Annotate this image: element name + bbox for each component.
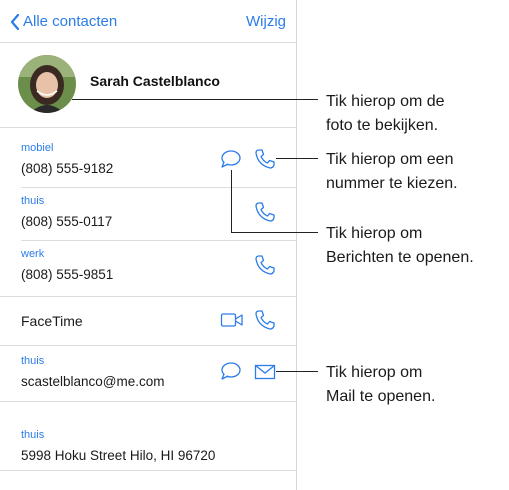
message-icon[interactable]: [220, 361, 242, 381]
section-divider: [0, 296, 296, 297]
section-divider: [0, 345, 296, 346]
phone-icon[interactable]: [254, 309, 276, 331]
row-divider: [21, 240, 296, 241]
annotation-photo-line2: foto te bekijken.: [326, 117, 439, 134]
facetime-label: FaceTime: [21, 313, 83, 329]
avatar[interactable]: [18, 55, 76, 113]
annotation-mail-line1: Tik hierop om: [326, 364, 423, 381]
annotation-call-line2: nummer te kiezen.: [326, 175, 458, 192]
phone-icon[interactable]: [254, 148, 276, 170]
callout-line-photo: [72, 99, 318, 100]
email-label: thuis: [21, 355, 45, 367]
callout-line-messages-vertical: [231, 170, 232, 232]
callout-line-mail: [276, 371, 318, 372]
section-divider: [0, 401, 296, 402]
annotation-photo: Tik hierop om de foto te bekijken.: [326, 90, 445, 138]
row-divider: [21, 187, 296, 188]
phone-label: thuis: [21, 195, 45, 207]
email-address: scastelblanco@me.com: [21, 374, 165, 389]
video-camera-icon[interactable]: [220, 311, 244, 329]
edit-button[interactable]: Wijzig: [246, 13, 286, 30]
header-divider: [0, 127, 296, 128]
phone-icon[interactable]: [254, 201, 276, 223]
contact-card-screen: Alle contacten Wijzig Sarah Castelblanco…: [0, 0, 297, 490]
annotation-mail: Tik hierop om Mail te openen.: [326, 361, 435, 409]
annotation-messages: Tik hierop om Berichten te openen.: [326, 222, 474, 270]
annotation-messages-line1: Tik hierop om: [326, 225, 423, 242]
message-icon[interactable]: [220, 149, 242, 169]
annotation-messages-line2: Berichten te openen.: [326, 249, 474, 266]
contact-name: Sarah Castelblanco: [90, 73, 220, 89]
phone-label: mobiel: [21, 142, 54, 154]
phone-icon[interactable]: [254, 254, 276, 276]
mail-icon[interactable]: [254, 364, 276, 380]
address-label: thuis: [21, 429, 45, 441]
phone-label: werk: [21, 248, 45, 260]
phone-number: (808) 555-9851: [21, 267, 114, 282]
chevron-left-icon: [10, 13, 20, 30]
phone-number: (808) 555-0117: [21, 214, 113, 229]
section-divider: [0, 470, 296, 471]
annotation-call-line1: Tik hierop om een: [326, 151, 454, 168]
navbar-divider: [0, 42, 296, 43]
back-button-label: Alle contacten: [23, 13, 118, 30]
back-button[interactable]: Alle contacten: [10, 13, 117, 30]
callout-line-call: [276, 158, 318, 159]
navigation-bar: Alle contacten Wijzig: [0, 0, 296, 44]
annotation-call: Tik hierop om een nummer te kiezen.: [326, 148, 458, 196]
contact-photo: [18, 55, 76, 113]
annotation-photo-line1: Tik hierop om de: [326, 93, 445, 110]
phone-number: (808) 555-9182: [21, 161, 114, 176]
annotation-mail-line2: Mail te openen.: [326, 388, 436, 405]
callout-line-messages: [231, 232, 318, 233]
address-value: 5998 Hoku Street Hilo, HI 96720: [21, 448, 216, 463]
